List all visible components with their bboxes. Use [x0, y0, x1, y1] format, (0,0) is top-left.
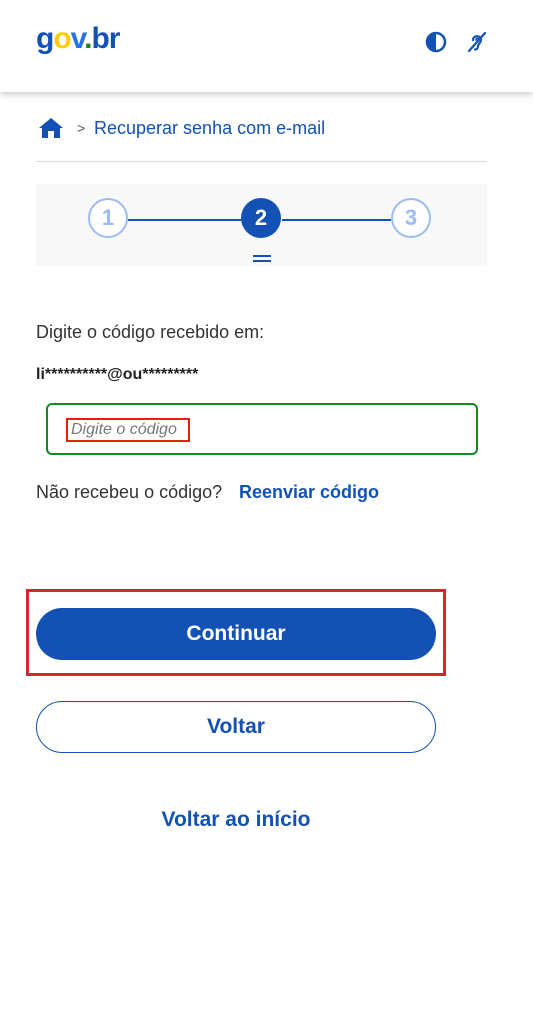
- code-field-container[interactable]: [46, 403, 478, 455]
- breadcrumb-current: Recuperar senha com e-mail: [94, 118, 326, 138]
- logo-letter-o: o: [53, 22, 71, 55]
- divider: [36, 161, 487, 162]
- header: gov.br: [0, 0, 533, 92]
- step-2-current: 2: [241, 198, 281, 238]
- logo-letter-g: g: [36, 22, 54, 55]
- step-1: 1: [88, 198, 128, 238]
- contrast-icon[interactable]: [424, 30, 448, 54]
- resend-question: Não recebeu o código?: [36, 482, 223, 502]
- code-instruction: Digite o código recebido em:: [36, 322, 265, 342]
- breadcrumb-separator: >: [77, 120, 86, 136]
- home-icon[interactable]: [38, 116, 64, 140]
- stepper: 1 2 3: [36, 184, 487, 266]
- resend-code-link[interactable]: Reenviar código: [239, 482, 379, 503]
- back-to-start-link[interactable]: Voltar ao início: [36, 808, 436, 832]
- step-3: 3: [391, 198, 431, 238]
- logo-letter-v: v: [70, 22, 86, 55]
- step-connector-2-3: [282, 219, 391, 221]
- code-input[interactable]: [66, 418, 190, 442]
- breadcrumb: > Recuperar senha com e-mail: [38, 116, 498, 144]
- continue-button[interactable]: Continuar: [36, 608, 436, 660]
- back-button[interactable]: Voltar: [36, 701, 436, 753]
- step-connector-1-2: [128, 219, 241, 221]
- masked-email: li**********@ou*********: [36, 366, 199, 383]
- logo-br: br: [91, 22, 120, 55]
- current-step-marker: [253, 255, 271, 265]
- hearing-accessibility-icon[interactable]: [465, 30, 489, 54]
- govbr-logo[interactable]: gov.br: [36, 22, 120, 56]
